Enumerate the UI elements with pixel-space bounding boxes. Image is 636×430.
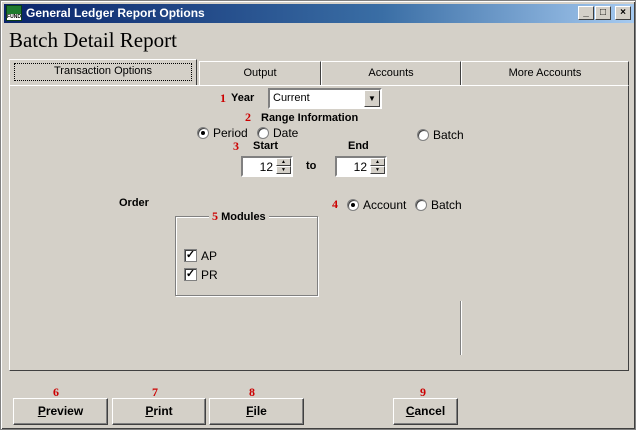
radio-dot-icon: [415, 199, 427, 211]
start-period-value: 12: [259, 160, 273, 174]
end-period-stepper[interactable]: 12 ▲ ▼: [335, 156, 387, 177]
year-value: Current: [273, 92, 310, 104]
modules-legend: 5 Modules: [209, 209, 269, 224]
tab-accounts[interactable]: Accounts: [321, 61, 461, 85]
tab-transaction-options[interactable]: Transaction Options: [9, 59, 197, 85]
close-button[interactable]: ×: [615, 6, 631, 20]
end-label: End: [348, 140, 369, 152]
checkmark-icon: ✓: [184, 249, 197, 262]
divider: [460, 301, 461, 355]
step-number-4: 4: [332, 197, 338, 211]
tab-label: More Accounts: [508, 67, 582, 79]
start-period-stepper[interactable]: 12 ▲ ▼: [241, 156, 293, 177]
radio-account-label: Account: [363, 198, 407, 212]
title-bar[interactable]: FUND General Ledger Report Options _ □ ×: [4, 4, 634, 23]
report-options-window: FUND General Ledger Report Options _ □ ×…: [0, 0, 636, 430]
tab-label: Accounts: [368, 67, 414, 79]
maximize-button[interactable]: □: [595, 6, 611, 20]
fund-app-icon: FUND: [6, 5, 22, 21]
spin-up-icon[interactable]: ▲: [276, 158, 291, 166]
radio-order-batch-label: Batch: [431, 198, 462, 212]
minimize-button[interactable]: _: [578, 6, 594, 20]
step-number-3: 3: [233, 139, 239, 153]
print-button[interactable]: Print: [112, 398, 206, 425]
file-mnemonic: F: [246, 404, 254, 418]
window-title: General Ledger Report Options: [26, 6, 205, 20]
checkbox-ap-label: AP: [201, 249, 218, 263]
step-number-2: 2: [245, 110, 251, 124]
tab-output[interactable]: Output: [199, 61, 321, 85]
file-button[interactable]: File: [209, 398, 304, 425]
start-label: Start: [253, 140, 279, 152]
radio-range-batch-label: Batch: [433, 128, 464, 142]
checkmark-icon: ✓: [184, 268, 197, 281]
cancel-label: ancel: [414, 404, 446, 418]
end-period-value: 12: [353, 160, 367, 174]
cancel-button[interactable]: Cancel: [393, 398, 458, 425]
transaction-options-panel: [9, 85, 629, 371]
radio-dot-icon: [347, 199, 359, 211]
dropdown-arrow-icon[interactable]: ▼: [364, 90, 380, 107]
to-label: to: [306, 160, 317, 172]
step-number-1: 1: [220, 91, 226, 105]
year-label: Year: [231, 92, 255, 104]
tab-label: Output: [243, 67, 277, 79]
spin-down-icon[interactable]: ▼: [276, 166, 291, 174]
tab-more-accounts[interactable]: More Accounts: [461, 61, 629, 85]
spin-down-icon[interactable]: ▼: [370, 166, 385, 174]
year-select[interactable]: Current ▼: [268, 88, 382, 109]
radio-dot-icon: [417, 129, 429, 141]
preview-button[interactable]: Preview: [13, 398, 108, 425]
radio-dot-icon: [197, 127, 209, 139]
radio-dot-icon: [257, 127, 269, 139]
radio-date-label: Date: [273, 126, 299, 140]
page-title: Batch Detail Report: [9, 28, 177, 52]
preview-mnemonic: P: [37, 404, 46, 418]
file-label: ile: [253, 404, 267, 418]
step-number-5: 5: [212, 209, 218, 223]
range-information-label: Range Information: [261, 112, 359, 124]
tab-label: Transaction Options: [53, 65, 153, 77]
checkbox-pr-label: PR: [201, 268, 218, 282]
preview-label: review: [45, 404, 84, 418]
modules-label: Modules: [221, 211, 266, 223]
app-icon-label: FUND: [7, 14, 21, 20]
print-label: rint: [153, 404, 173, 418]
tab-strip: Transaction Options Output Accounts More…: [9, 59, 629, 85]
spin-up-icon[interactable]: ▲: [370, 158, 385, 166]
order-label: Order: [119, 197, 149, 209]
radio-period-label: Period: [213, 126, 248, 140]
